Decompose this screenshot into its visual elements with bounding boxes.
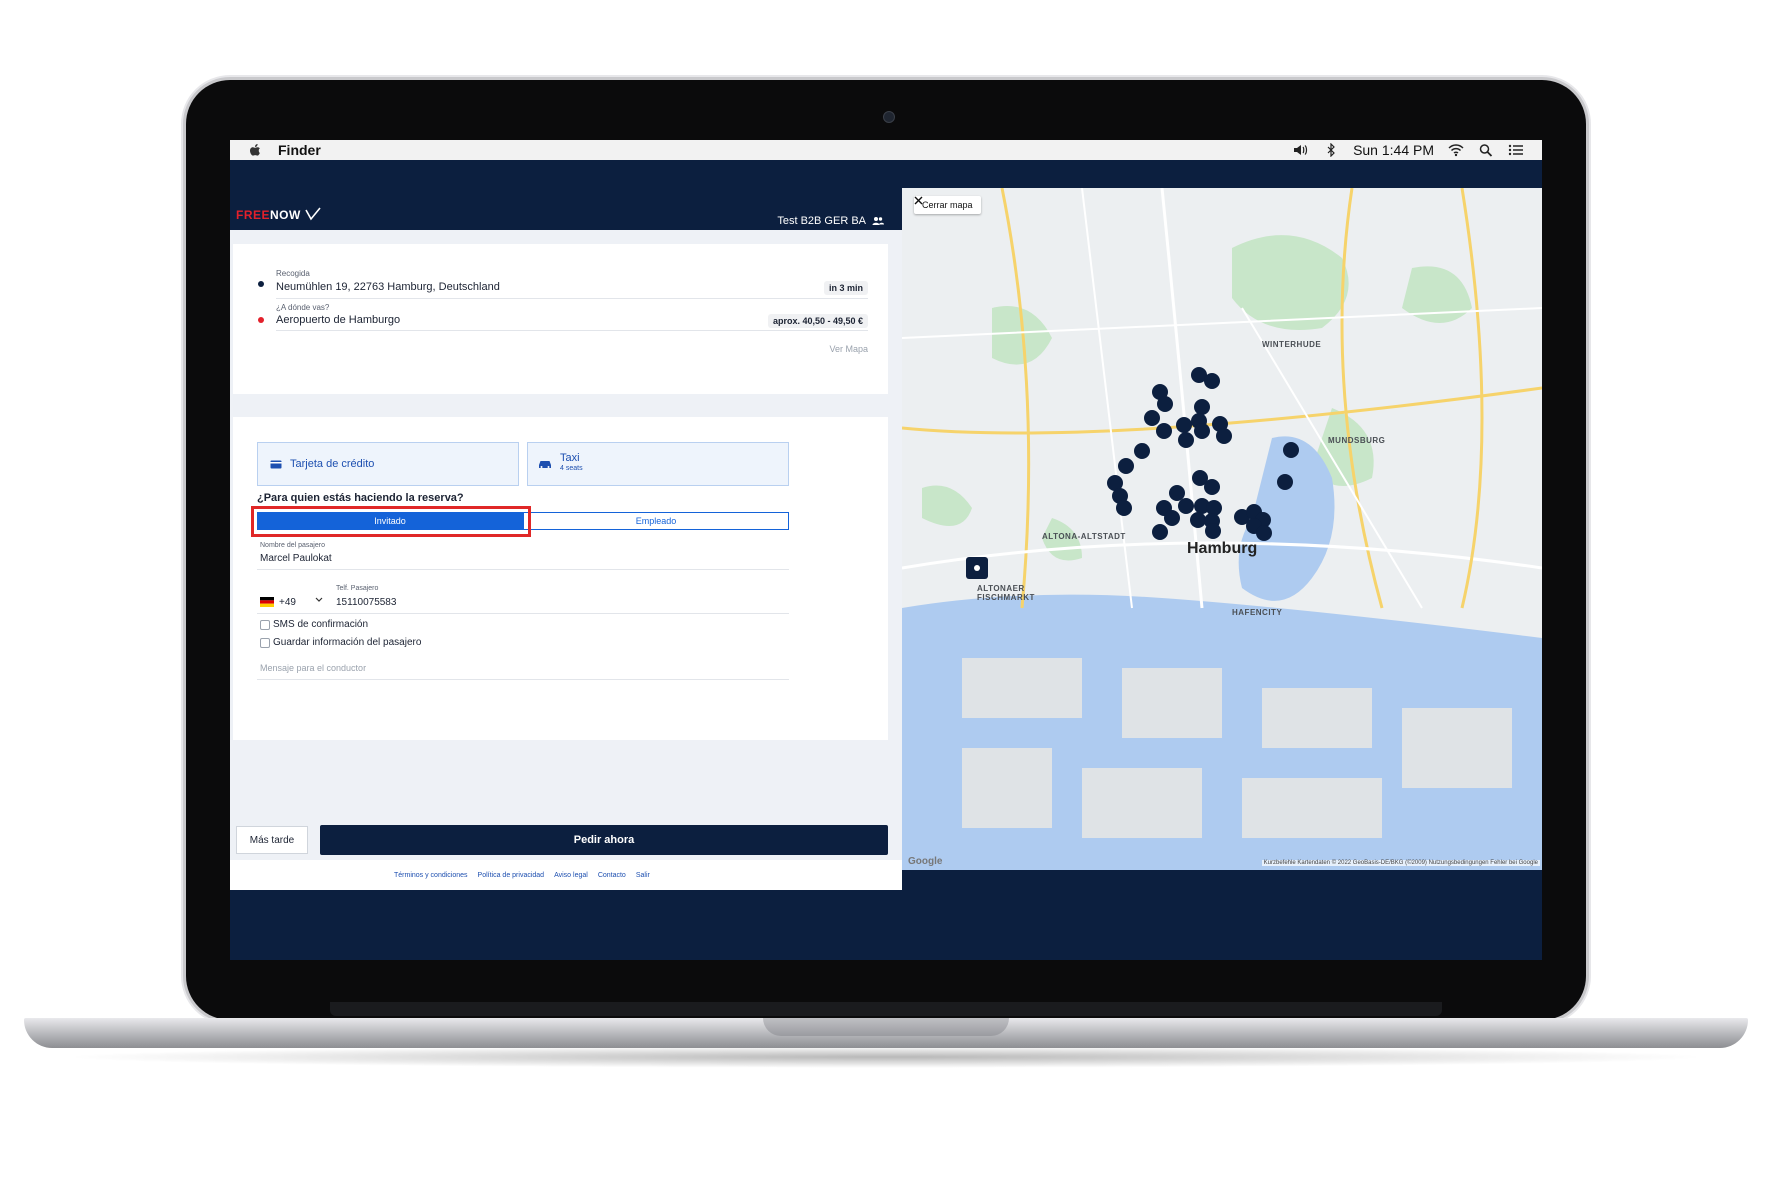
sms-confirmation-label: SMS de confirmación	[273, 619, 369, 630]
bluetooth-icon[interactable]	[1323, 143, 1339, 157]
district-label: HAFENCITY	[1232, 608, 1283, 617]
booking-panel: Recogida Neumühlen 19, 22763 Hamburg, De…	[230, 230, 902, 890]
divider	[276, 298, 868, 299]
screen: Finder Sun 1:44 PM FREENOW Test B2B GER …	[230, 140, 1542, 960]
logo-check-icon	[304, 207, 321, 221]
phone-label: Telf. Pasajero	[336, 585, 379, 592]
account-name: Test B2B GER BA	[777, 215, 866, 227]
footer-links: Términos y condiciones Política de priva…	[394, 872, 650, 879]
close-map-label: Cerrar mapa	[922, 200, 973, 210]
destination-field[interactable]: Aeropuerto de Hamburgo	[276, 314, 400, 326]
webcam	[883, 111, 895, 123]
save-passenger-checkbox[interactable]	[260, 638, 270, 648]
pickup-eta-badge: in 3 min	[823, 281, 868, 295]
map-attribution[interactable]: Kurzbefehle Kartendaten © 2022 GeoBasis-…	[1261, 860, 1540, 866]
district-label: WINTERHUDE	[1262, 340, 1322, 349]
divider	[257, 613, 789, 614]
menubar-right: Sun 1:44 PM	[1293, 140, 1524, 160]
passenger-name-label: Nombre del pasajero	[260, 542, 325, 549]
map-view[interactable]: Cerrar mapa WINTERHUDE ALTONA-ALTSTADT H…	[902, 188, 1542, 870]
divider	[276, 330, 868, 331]
pickup-label: Recogida	[276, 269, 310, 278]
search-icon[interactable]	[1478, 143, 1494, 157]
clock[interactable]: Sun 1:44 PM	[1353, 142, 1434, 158]
map-canvas[interactable]	[902, 188, 1542, 870]
close-icon	[914, 196, 923, 205]
destination-label: ¿A dónde vas?	[276, 303, 330, 312]
volume-icon[interactable]	[1293, 143, 1309, 157]
view-map-link[interactable]: Ver Mapa	[829, 344, 868, 354]
car-icon	[539, 461, 551, 468]
country-code-select[interactable]: +49	[279, 597, 296, 608]
close-map-button[interactable]: Cerrar mapa	[914, 196, 981, 214]
freenow-logo[interactable]: FREENOW	[236, 207, 321, 222]
pickup-dot-icon	[258, 281, 264, 287]
city-label: Hamburg	[1187, 540, 1258, 557]
notification-list-icon[interactable]	[1508, 143, 1524, 157]
payment-method-option[interactable]: Tarjeta de crédito	[257, 442, 519, 486]
logout-link[interactable]: Salir	[636, 872, 650, 879]
employee-option-button[interactable]: Empleado	[523, 512, 789, 530]
contact-link[interactable]: Contacto	[598, 872, 626, 879]
wifi-icon[interactable]	[1448, 143, 1464, 157]
sms-confirmation-checkbox[interactable]	[260, 620, 270, 630]
divider	[257, 569, 789, 570]
users-icon	[872, 217, 884, 225]
credit-card-icon	[270, 460, 282, 469]
order-now-button[interactable]: Pedir ahora	[320, 825, 888, 855]
laptop-hinge	[330, 1002, 1442, 1016]
google-logo: Google	[908, 856, 943, 867]
account-menu[interactable]: Test B2B GER BA	[777, 215, 884, 227]
payment-method-label: Tarjeta de crédito	[290, 458, 375, 470]
footer: Términos y condiciones Política de priva…	[230, 860, 902, 890]
apple-icon[interactable]	[248, 143, 262, 157]
pickup-field[interactable]: Neumühlen 19, 22763 Hamburg, Deutschland	[276, 281, 500, 293]
route-card: Recogida Neumühlen 19, 22763 Hamburg, De…	[233, 244, 888, 394]
terms-link[interactable]: Términos y condiciones	[394, 872, 468, 879]
vehicle-seats: 4 seats	[560, 465, 583, 472]
price-estimate-badge: aprox. 40,50 - 49,50 €	[767, 314, 868, 328]
mac-menubar: Finder Sun 1:44 PM	[230, 140, 1542, 160]
booking-form-card: Tarjeta de crédito Taxi 4 seats ¿Para qu…	[233, 417, 888, 740]
destination-dot-icon	[258, 317, 264, 323]
vehicle-type-label: Taxi	[560, 452, 580, 464]
privacy-link[interactable]: Política de privacidad	[478, 872, 545, 879]
chevron-down-icon[interactable]	[315, 597, 323, 603]
district-label: ALTONA-ALTSTADT	[1042, 532, 1126, 541]
app-name[interactable]: Finder	[278, 142, 321, 158]
district-label: MUNDSBURG	[1328, 436, 1386, 445]
passenger-name-input[interactable]: Marcel Paulokat	[260, 553, 332, 564]
phone-input[interactable]: 15110075583	[336, 597, 396, 608]
germany-flag-icon	[260, 597, 274, 607]
later-button[interactable]: Más tarde	[236, 826, 308, 854]
divider	[257, 679, 789, 680]
app-header: FREENOW Test B2B GER BA	[230, 160, 902, 230]
driver-message-input[interactable]: Mensaje para el conductor	[260, 663, 366, 673]
district-label: ALTONAER FISCHMARKT	[977, 584, 1035, 602]
save-passenger-label: Guardar información del pasajero	[273, 637, 422, 648]
vehicle-type-option[interactable]: Taxi 4 seats	[527, 442, 789, 486]
booking-for-question: ¿Para quien estás haciendo la reserva?	[257, 492, 464, 504]
laptop-notch	[763, 1018, 1009, 1036]
laptop-shadow	[60, 1046, 1712, 1068]
legal-link[interactable]: Aviso legal	[554, 872, 588, 879]
highlight-annotation	[251, 506, 531, 537]
